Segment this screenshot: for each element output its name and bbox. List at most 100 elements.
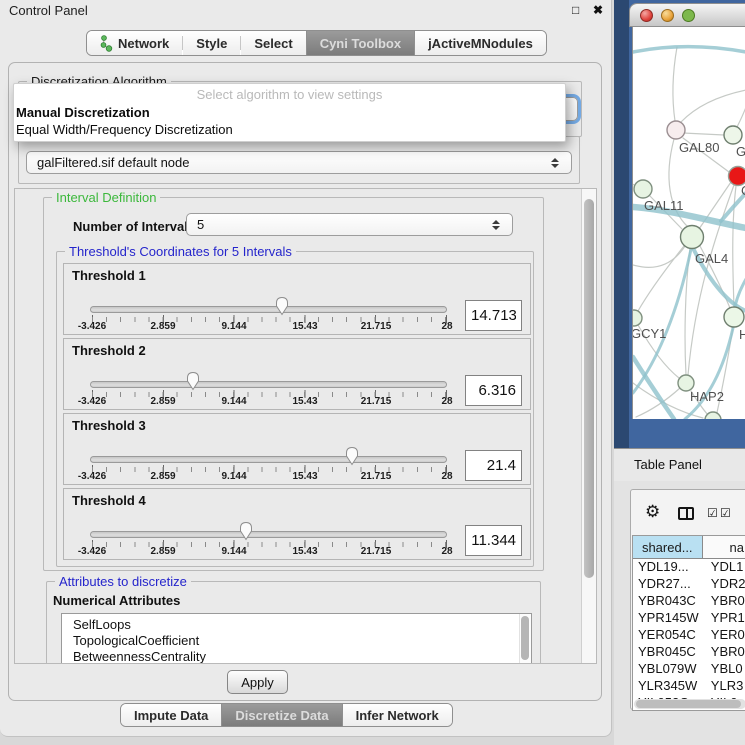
column-header-name[interactable]: na (703, 536, 745, 558)
checkbox-icon[interactable]: ☑ (720, 506, 731, 520)
table-row[interactable]: YLR345WYLR3 (633, 678, 745, 695)
settings-scrollbar-thumb[interactable] (584, 199, 594, 578)
threshold-slider[interactable]: -3.4262.8599.14415.4321.71528 (64, 264, 530, 334)
window-close-button[interactable] (640, 9, 653, 22)
column-view-icon[interactable] (678, 507, 694, 520)
checkbox-icon[interactable]: ☑ (707, 506, 718, 520)
tick-label: 9.144 (221, 321, 246, 332)
GAL80-node[interactable] (667, 121, 685, 139)
H-node[interactable] (724, 307, 744, 327)
slider-thumb[interactable] (344, 445, 360, 466)
numerical-attributes-list[interactable]: SelfLoopsTopologicalCoefficientBetweenne… (61, 613, 532, 664)
slider-track[interactable] (90, 531, 447, 538)
close-panel-icon[interactable]: ✖ (593, 3, 603, 17)
table-panel-title: Table Panel (634, 449, 702, 481)
tick-label: -3.426 (78, 546, 106, 557)
tab-label: Select (254, 36, 292, 51)
tab-cyni-toolbox[interactable]: Cyni Toolbox (306, 31, 415, 55)
number-of-intervals-combobox[interactable]: 5 (186, 213, 513, 236)
node-label: GAL80 (679, 140, 719, 155)
cell-name[interactable]: YDR2 (705, 576, 745, 593)
cell-name[interactable]: YBR0 (705, 644, 745, 661)
cell-shared-name[interactable]: YPR145W (633, 610, 705, 627)
cell-name[interactable]: YBR0 (705, 593, 745, 610)
network-window-titlebar[interactable] (629, 3, 745, 27)
table-data-combobox[interactable]: galFiltered.sif default node (26, 151, 572, 174)
cell-name[interactable]: YPR1 (705, 610, 745, 627)
GAL11-node[interactable] (634, 180, 652, 198)
threshold-value-field[interactable] (465, 525, 522, 556)
table-panel-titlebar[interactable]: Table Panel (614, 448, 745, 481)
cell-shared-name[interactable]: YBR045C (633, 644, 705, 661)
unlabeled-ne-node[interactable] (724, 126, 742, 144)
float-window-icon[interactable]: □ (572, 3, 579, 17)
cell-name[interactable]: YER0 (705, 627, 745, 644)
cell-name[interactable]: YLR3 (705, 678, 745, 695)
dropdown-option-equal-width-frequency[interactable]: Equal Width/Frequency Discretization (16, 122, 233, 137)
tab-network[interactable]: Network (87, 31, 182, 55)
tick-label: 2.859 (150, 471, 175, 482)
threshold-value-field[interactable] (465, 450, 522, 481)
tab-impute-data[interactable]: Impute Data (121, 704, 221, 726)
table-data-value: galFiltered.sif default node (27, 155, 550, 170)
cell-shared-name[interactable]: YLR345W (633, 678, 705, 695)
slider-minor-ticks (92, 317, 447, 322)
tab-style[interactable]: Style (183, 31, 240, 55)
tick-label: 15.43 (292, 396, 317, 407)
attribute-list-item[interactable]: TopologicalCoefficient (62, 633, 531, 649)
threshold-row: Threshold 3 -3.4262.8599.14415.4321.7152… (63, 413, 531, 485)
cell-name[interactable]: YBL0 (705, 661, 745, 678)
slider-track[interactable] (90, 456, 447, 463)
slider-track[interactable] (90, 381, 447, 388)
column-header-shared-name[interactable]: shared... (633, 536, 703, 558)
slider-track[interactable] (90, 306, 447, 313)
cell-name[interactable]: YDL1 (705, 559, 745, 576)
tab-select[interactable]: Select (241, 31, 305, 55)
cell-shared-name[interactable]: YBR043C (633, 593, 705, 610)
threshold-slider[interactable]: -3.4262.8599.14415.4321.71528 (64, 489, 530, 559)
tab-discretize-data[interactable]: Discretize Data (221, 704, 342, 726)
dropdown-option-manual-discretization[interactable]: Manual Discretization (16, 105, 150, 120)
GCY1-node[interactable] (633, 310, 642, 326)
slider-minor-ticks (92, 392, 447, 397)
window-zoom-button[interactable] (682, 9, 695, 22)
cell-shared-name[interactable]: YDL19... (633, 559, 705, 576)
tab-infer-network[interactable]: Infer Network (343, 704, 452, 726)
threshold-slider[interactable]: -3.4262.8599.14415.4321.71528 (64, 339, 530, 409)
settings-scrollbar[interactable] (581, 189, 596, 663)
list-scrollbar[interactable] (519, 614, 531, 664)
window-minimize-button[interactable] (661, 9, 674, 22)
apply-button[interactable]: Apply (227, 670, 288, 694)
cell-shared-name[interactable]: YDR27... (633, 576, 705, 593)
network-view-canvas[interactable]: GAL80GALCGAL11GAL4GCY1HHAP2 (632, 27, 745, 419)
table-row[interactable]: YDL19...YDL1 (633, 559, 745, 576)
algorithm-dropdown-popup: Select algorithm to view settings Manual… (13, 83, 566, 142)
gear-icon[interactable]: ⚙ (645, 502, 660, 522)
control-panel-titlebar[interactable]: Control Panel □ ✖ (0, 0, 612, 22)
tick-label: 28 (441, 471, 452, 482)
table-horizontal-scrollbar[interactable] (634, 699, 745, 709)
cell-shared-name[interactable]: YBL079W (633, 661, 705, 678)
slider-thumb[interactable] (274, 295, 290, 316)
threshold-slider[interactable]: -3.4262.8599.14415.4321.71528 (64, 414, 530, 484)
threshold-value-field[interactable] (465, 375, 522, 406)
table-row[interactable]: YDR27...YDR2 (633, 576, 745, 593)
attribute-list-item[interactable]: BetweennessCentrality (62, 649, 531, 664)
cell-shared-name[interactable]: YER054C (633, 627, 705, 644)
attribute-list-item[interactable]: SelfLoops (62, 617, 531, 633)
GAL4-node[interactable] (681, 226, 704, 249)
threshold-value-field[interactable] (465, 300, 522, 331)
tab-jactivemnodules[interactable]: jActiveMNodules (415, 31, 546, 55)
list-scrollbar-thumb[interactable] (521, 616, 529, 660)
table-row[interactable]: YER054CYER0 (633, 627, 745, 644)
table-row[interactable]: YPR145WYPR1 (633, 610, 745, 627)
table-row[interactable]: YBL079WYBL0 (633, 661, 745, 678)
slider-thumb[interactable] (238, 520, 254, 541)
table-scrollbar-thumb[interactable] (636, 700, 741, 708)
table-row[interactable]: YBR045CYBR0 (633, 644, 745, 661)
node-attribute-table[interactable]: shared... na YDL19...YDL1YDR27...YDR2YBR… (632, 535, 745, 711)
bottom-partial-node[interactable] (705, 412, 721, 419)
gray-edge (633, 243, 687, 267)
table-row[interactable]: YBR043CYBR0 (633, 593, 745, 610)
slider-thumb[interactable] (185, 370, 201, 391)
